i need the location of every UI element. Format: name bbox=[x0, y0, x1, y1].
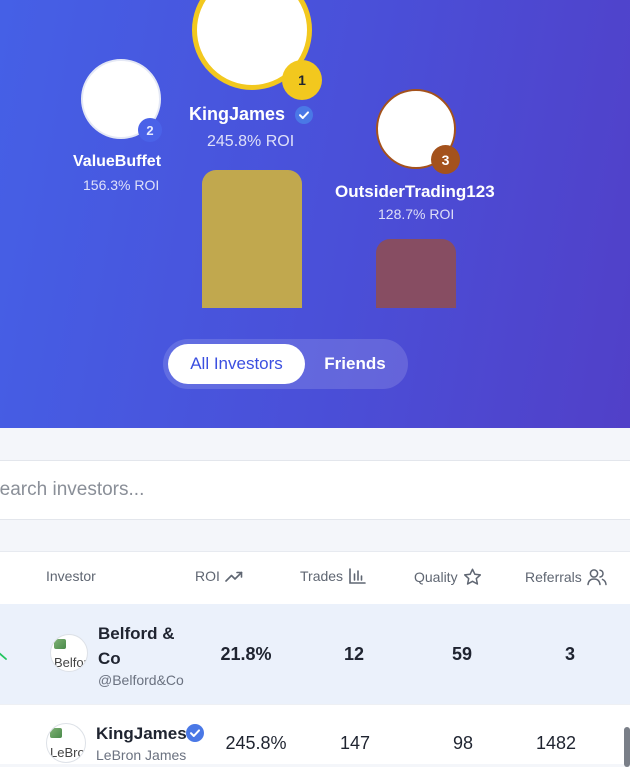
trend-up-indicator-icon bbox=[0, 648, 8, 666]
referrals-value: 1482 bbox=[535, 733, 577, 753]
table-row[interactable]: LeBron KingJames LeBron James 245.8% 147… bbox=[0, 704, 630, 767]
investor-name[interactable]: Belford & Co bbox=[98, 621, 188, 671]
avatar[interactable]: LeBron bbox=[46, 723, 86, 763]
investor-handle: @Belford&Co bbox=[98, 672, 184, 688]
column-header-trades[interactable]: Trades bbox=[300, 568, 366, 584]
search-input[interactable] bbox=[0, 461, 630, 519]
second-place-name[interactable]: ValueBuffet bbox=[73, 153, 161, 171]
roi-value: 21.8% bbox=[220, 644, 272, 664]
tab-friends[interactable]: Friends bbox=[305, 344, 405, 384]
quality-value: 59 bbox=[451, 644, 473, 664]
third-place-roi: 128.7% ROI bbox=[378, 206, 455, 222]
second-place-rank-badge: 2 bbox=[138, 118, 162, 142]
trades-value: 147 bbox=[339, 733, 371, 753]
first-place-name[interactable]: KingJames bbox=[189, 104, 285, 125]
investor-filter-toggle: All Investors Friends bbox=[163, 339, 408, 389]
search-box bbox=[0, 460, 630, 520]
third-place-rank-badge: 3 bbox=[431, 145, 460, 174]
scrollbar-thumb[interactable] bbox=[624, 727, 630, 767]
trending-up-icon bbox=[225, 569, 243, 583]
column-header-quality[interactable]: Quality bbox=[414, 568, 482, 586]
leaderboard-table: Investor ROI Trades Quality Referrals Be… bbox=[0, 551, 630, 767]
avatar-alt-text: LeBron bbox=[50, 745, 85, 760]
first-place-rank-badge: 1 bbox=[282, 60, 322, 100]
verified-icon bbox=[185, 723, 205, 743]
broken-image-icon bbox=[54, 639, 66, 649]
quality-value: 98 bbox=[452, 733, 474, 753]
leaderboard-header: 1 KingJames 245.8% ROI 2 ValueBuffet 156… bbox=[0, 0, 630, 428]
trades-value: 12 bbox=[343, 644, 365, 664]
first-place-podium-bar bbox=[202, 170, 302, 308]
avatar[interactable]: Belford bbox=[50, 634, 88, 672]
verified-icon bbox=[294, 105, 314, 125]
roi-value: 245.8% bbox=[225, 733, 287, 753]
users-icon bbox=[587, 568, 607, 586]
column-header-investor[interactable]: Investor bbox=[46, 568, 96, 584]
third-place-name[interactable]: OutsiderTrading123 bbox=[335, 182, 495, 202]
referrals-value: 3 bbox=[564, 644, 576, 664]
column-header-referrals[interactable]: Referrals bbox=[525, 568, 607, 586]
star-icon bbox=[463, 568, 482, 586]
second-place-roi: 156.3% ROI bbox=[83, 177, 160, 193]
bar-chart-icon bbox=[348, 568, 366, 584]
third-place-podium-bar bbox=[376, 239, 456, 308]
column-header-roi[interactable]: ROI bbox=[195, 568, 243, 584]
avatar-alt-text: Belford bbox=[54, 655, 88, 670]
first-place-roi: 245.8% ROI bbox=[207, 133, 295, 150]
table-row[interactable]: Belford Belford & Co @Belford&Co 21.8% 1… bbox=[0, 604, 630, 704]
tab-all-investors[interactable]: All Investors bbox=[168, 344, 305, 384]
investor-name[interactable]: KingJames bbox=[96, 721, 187, 746]
broken-image-icon bbox=[50, 728, 62, 738]
